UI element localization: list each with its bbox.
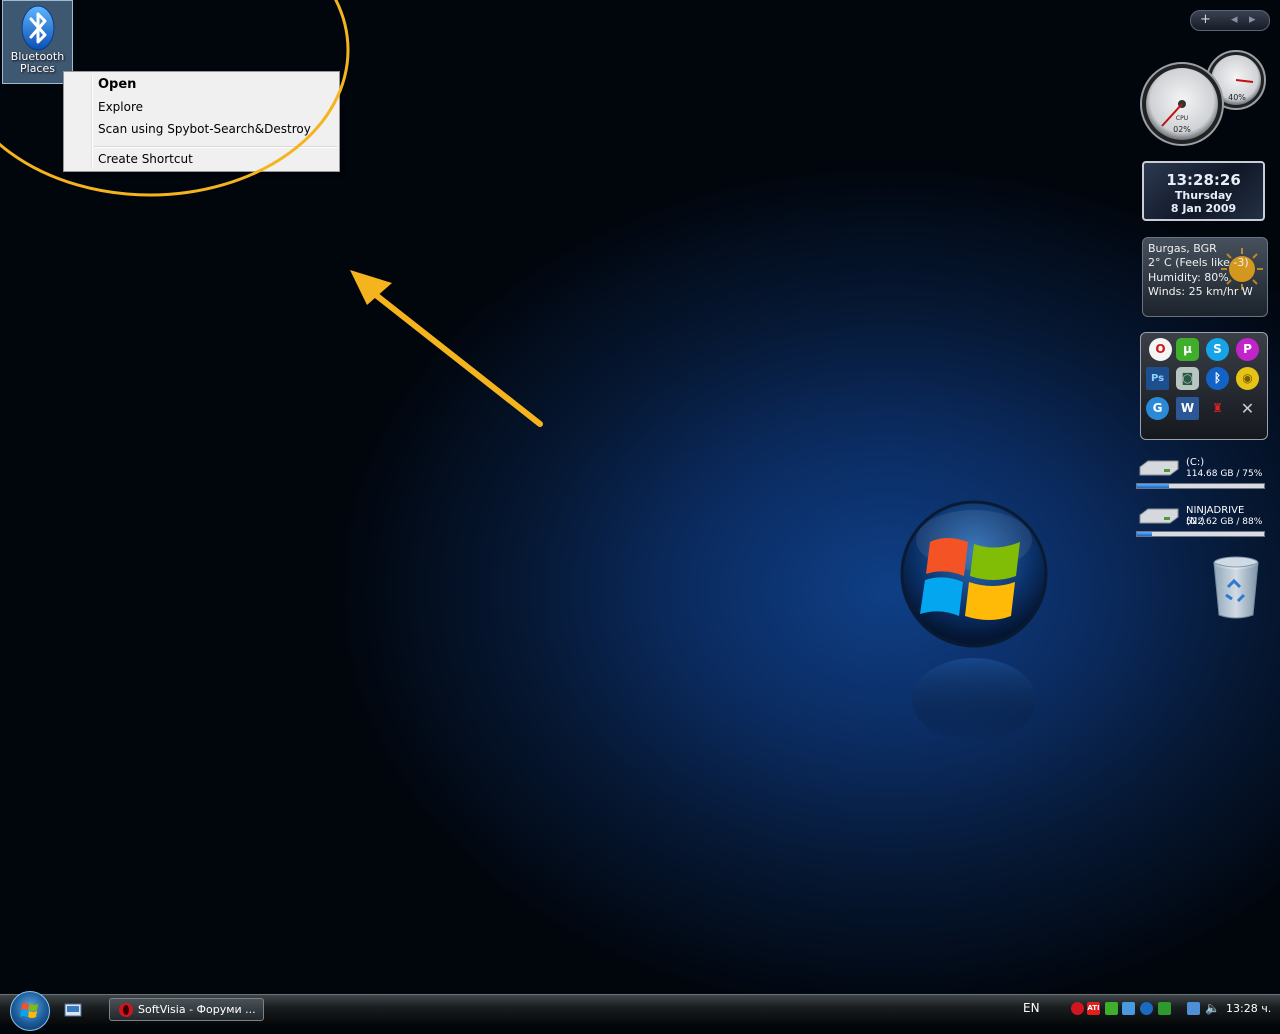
network-tray-icon[interactable] bbox=[1187, 1002, 1200, 1015]
cpu-percent: 02% bbox=[1173, 125, 1191, 134]
picasa-icon[interactable]: P bbox=[1236, 338, 1259, 361]
previous-page-button[interactable]: ◂ bbox=[1231, 12, 1238, 27]
drive-gadget-c[interactable]: (C:) 114.68 GB / 75% bbox=[1136, 455, 1266, 495]
opera-tray-icon[interactable] bbox=[1071, 1002, 1084, 1015]
drive-stats: 114.68 GB / 75% bbox=[1186, 469, 1263, 479]
shell-icon[interactable]: ◙ bbox=[1176, 367, 1199, 390]
clock-gadget[interactable]: 13:28:26 Thursday 8 Jan 2009 bbox=[1142, 161, 1265, 221]
drive-usage-bar bbox=[1136, 483, 1265, 489]
add-gadget-button[interactable]: + bbox=[1200, 12, 1211, 27]
language-indicator[interactable]: EN bbox=[1023, 1001, 1040, 1015]
weather-gadget[interactable]: Burgas, BGR 2° C (Feels like -3) Humidit… bbox=[1142, 237, 1268, 317]
skype-icon[interactable]: S bbox=[1206, 338, 1229, 361]
opera-icon[interactable]: O bbox=[1149, 338, 1172, 361]
drive-gadget-n[interactable]: NINJADRIVE (N:) 522.62 GB / 88% bbox=[1136, 503, 1266, 543]
weather-location: Burgas, BGR bbox=[1148, 242, 1217, 255]
weather-humidity: Humidity: 80% bbox=[1148, 271, 1229, 284]
volume-icon[interactable]: 🔈 bbox=[1205, 1002, 1220, 1015]
utorrent-icon[interactable]: µ bbox=[1176, 338, 1199, 361]
cpu-label: CPU bbox=[1176, 115, 1188, 122]
opera-icon bbox=[119, 1003, 133, 1017]
taskbar: SoftVisia - Форуми ... EN ATI 🔈 13:28 ч. bbox=[0, 991, 1280, 1031]
arrow-shaft bbox=[369, 289, 543, 427]
drive-usage-bar bbox=[1136, 531, 1265, 537]
hard-drive-icon bbox=[1139, 508, 1179, 524]
utorrent-tray-icon[interactable] bbox=[1105, 1002, 1118, 1015]
drive-stats: 522.62 GB / 88% bbox=[1186, 517, 1263, 527]
next-page-button[interactable]: ▸ bbox=[1249, 12, 1256, 27]
drive-usage-fill bbox=[1137, 484, 1169, 488]
cpu-meter-gadget[interactable]: 40% CPU 02% bbox=[1140, 50, 1268, 148]
annotation-overlay bbox=[0, 0, 543, 427]
show-desktop-icon[interactable] bbox=[64, 1003, 82, 1018]
clock-day: Thursday bbox=[1174, 189, 1233, 202]
network-manager-tray-icon[interactable] bbox=[1122, 1002, 1135, 1015]
taskbar-button-opera[interactable]: SoftVisia - Форуми ... bbox=[109, 998, 264, 1021]
bluetooth-icon[interactable]: ᛒ bbox=[1206, 367, 1229, 390]
drive-name: (C:) bbox=[1186, 457, 1205, 468]
memory-percent: 40% bbox=[1228, 93, 1246, 102]
windows-flag-icon bbox=[20, 1003, 38, 1018]
weather-temperature: 2° C (Feels like -3) bbox=[1148, 256, 1249, 269]
start-button[interactable] bbox=[10, 991, 50, 1031]
word-icon[interactable]: W bbox=[1176, 397, 1199, 420]
disc-icon[interactable]: ◉ bbox=[1236, 367, 1259, 390]
gadget-sidebar-controls: + ◂ ▸ bbox=[1190, 10, 1270, 31]
app-launcher-gadget: O µ S P Ps ◙ ᛒ ◉ G W ♜ ✕ bbox=[1140, 332, 1268, 440]
recycle-bin-icon[interactable] bbox=[1210, 555, 1262, 621]
browser-icon[interactable]: G bbox=[1146, 397, 1169, 420]
clock-date: 8 Jan 2009 bbox=[1170, 202, 1237, 215]
photoshop-icon[interactable]: Ps bbox=[1146, 367, 1169, 390]
tray-clock[interactable]: 13:28 ч. bbox=[1226, 1002, 1271, 1015]
clock-time: 13:28:26 bbox=[1166, 171, 1241, 189]
weather-winds: Winds: 25 km/hr W bbox=[1148, 285, 1253, 298]
wireless-tray-icon[interactable] bbox=[1140, 1002, 1153, 1015]
hard-drive-icon bbox=[1139, 460, 1179, 476]
joystick-icon[interactable]: ♜ bbox=[1206, 397, 1229, 420]
taskbar-button-label: SoftVisia - Форуми ... bbox=[138, 1003, 256, 1016]
crossed-swords-icon[interactable]: ✕ bbox=[1236, 397, 1259, 420]
highlight-ellipse bbox=[0, 0, 350, 197]
drive-usage-fill bbox=[1137, 532, 1153, 536]
ati-tray-icon[interactable]: ATI bbox=[1087, 1002, 1100, 1015]
windows-logo-icon bbox=[900, 500, 1048, 740]
check-tray-icon[interactable] bbox=[1158, 1002, 1171, 1015]
